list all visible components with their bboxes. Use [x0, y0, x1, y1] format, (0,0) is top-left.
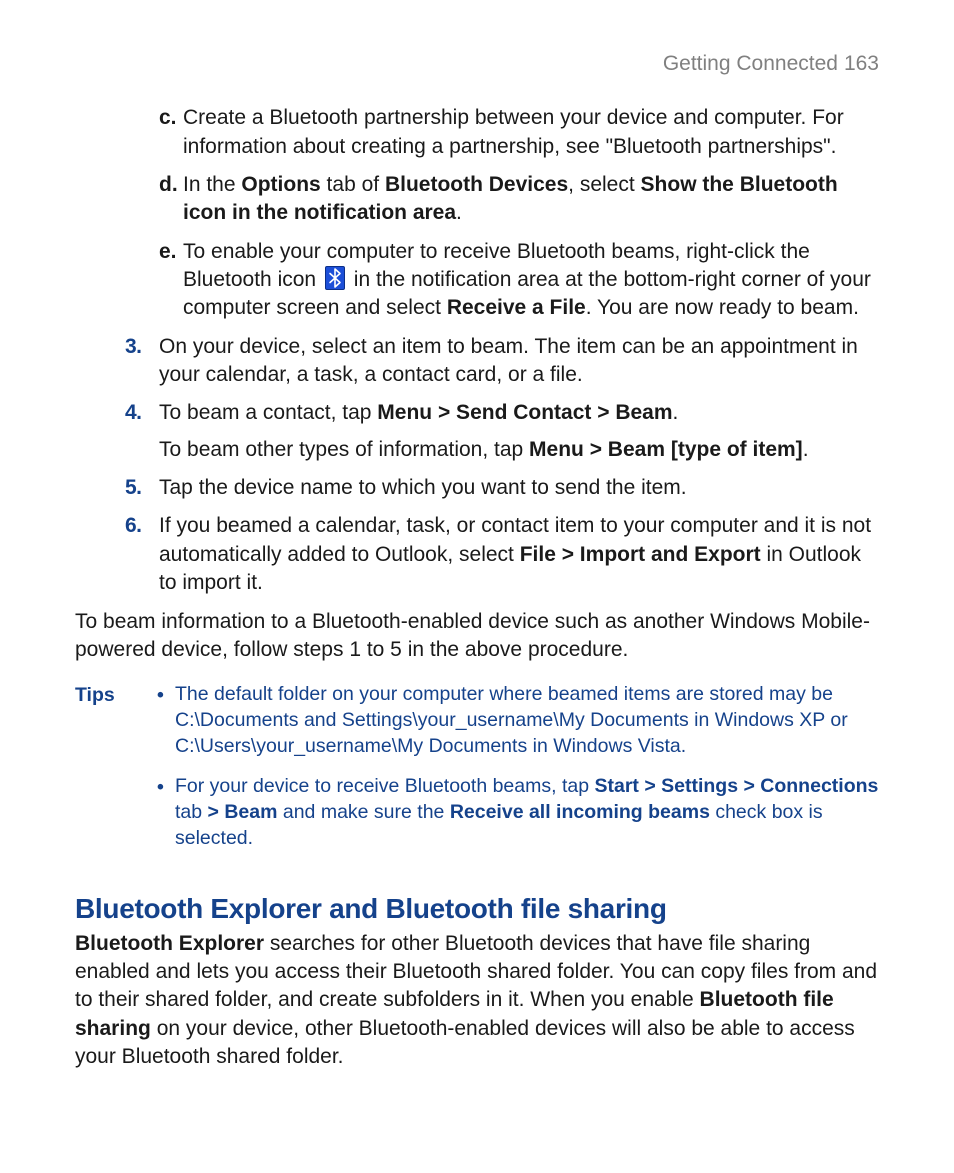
substep-item: e.To enable your computer to receive Blu… — [159, 238, 879, 323]
step-item: 4.To beam a contact, tap Menu > Send Con… — [125, 399, 879, 464]
running-header: Getting Connected 163 — [75, 50, 879, 78]
step-marker: 3. — [125, 333, 159, 390]
step-item: 3.On your device, select an item to beam… — [125, 333, 879, 390]
tips-block: Tips •The default folder on your compute… — [75, 682, 879, 866]
section-name: Getting Connected — [663, 52, 838, 75]
closing-paragraph: To beam information to a Bluetooth-enabl… — [75, 608, 879, 665]
substep-marker: c. — [159, 104, 183, 161]
tip-body: For your device to receive Bluetooth bea… — [175, 774, 879, 852]
step-item: 6.If you beamed a calendar, task, or con… — [125, 512, 879, 597]
step-item: 5.Tap the device name to which you want … — [125, 474, 879, 502]
step-body: If you beamed a calendar, task, or conta… — [159, 512, 879, 597]
tips-list: •The default folder on your computer whe… — [157, 682, 879, 866]
bullet-icon: • — [157, 682, 175, 760]
step-marker: 5. — [125, 474, 159, 502]
substep-list: c.Create a Bluetooth partnership between… — [159, 104, 879, 322]
page-number: 163 — [844, 52, 879, 75]
step-body: To beam a contact, tap Menu > Send Conta… — [159, 399, 879, 464]
substep-body: In the Options tab of Bluetooth Devices,… — [183, 171, 879, 228]
substep-marker: e. — [159, 238, 183, 323]
page: Getting Connected 163 c.Create a Bluetoot… — [0, 0, 954, 1173]
substep-item: c.Create a Bluetooth partnership between… — [159, 104, 879, 161]
section-body: Bluetooth Explorer searches for other Bl… — [75, 930, 879, 1072]
bluetooth-icon — [325, 266, 345, 290]
step-marker: 6. — [125, 512, 159, 597]
step-marker: 4. — [125, 399, 159, 464]
bullet-icon: • — [157, 774, 175, 852]
step-body: Tap the device name to which you want to… — [159, 474, 879, 502]
section-heading: Bluetooth Explorer and Bluetooth file sh… — [75, 890, 879, 928]
tip-body: The default folder on your computer wher… — [175, 682, 879, 760]
tips-label: Tips — [75, 682, 157, 866]
step-list: 3.On your device, select an item to beam… — [125, 333, 879, 598]
substep-item: d.In the Options tab of Bluetooth Device… — [159, 171, 879, 228]
substep-body: Create a Bluetooth partnership between y… — [183, 104, 879, 161]
step-body: On your device, select an item to beam. … — [159, 333, 879, 390]
tip-item: •The default folder on your computer whe… — [157, 682, 879, 760]
substep-marker: d. — [159, 171, 183, 228]
substep-body: To enable your computer to receive Bluet… — [183, 238, 879, 323]
tip-item: •For your device to receive Bluetooth be… — [157, 774, 879, 852]
